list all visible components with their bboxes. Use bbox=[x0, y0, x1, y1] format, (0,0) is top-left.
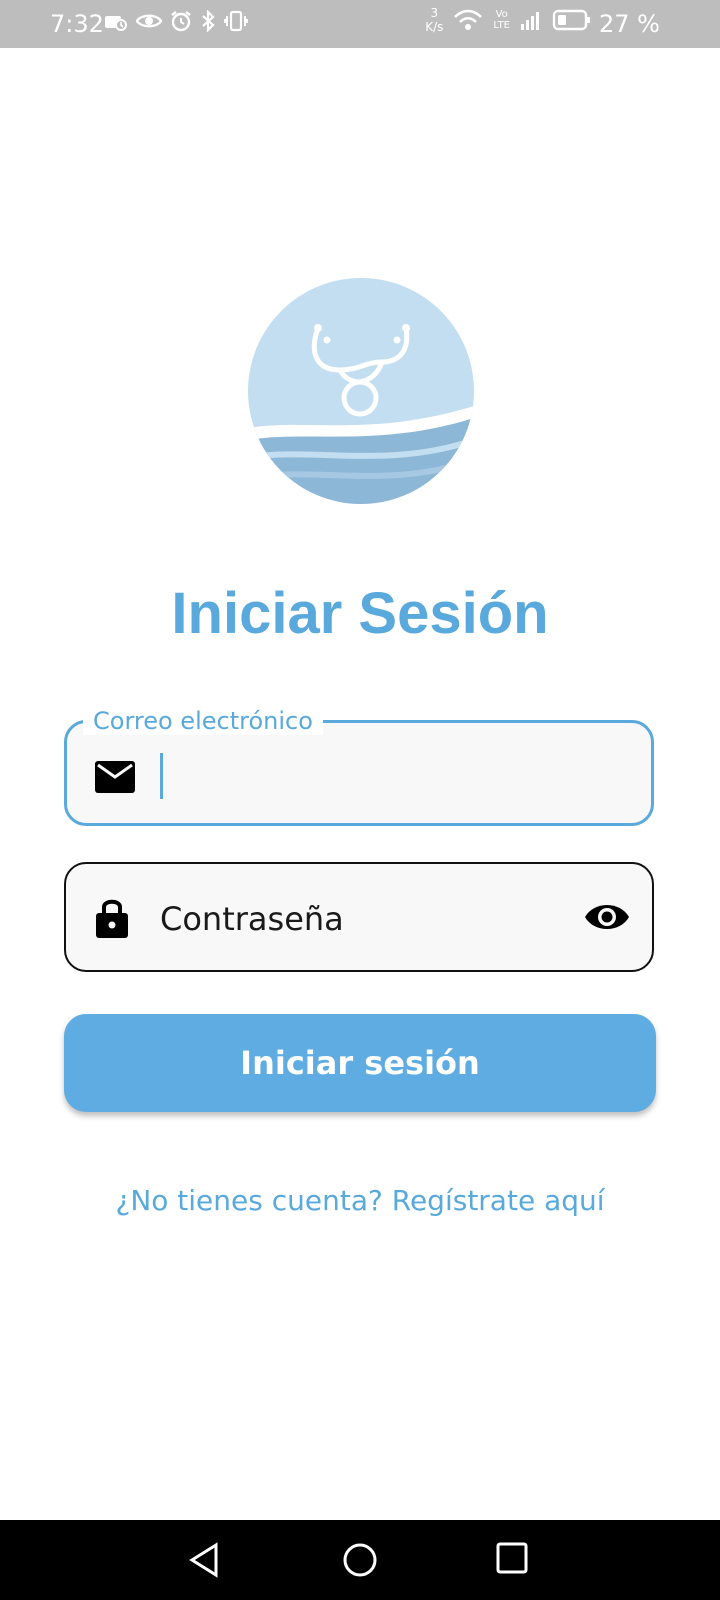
alarm-icon bbox=[171, 11, 191, 32]
email-field[interactable]: Correo electrónico bbox=[64, 707, 654, 826]
eye-icon bbox=[136, 14, 162, 28]
vibrate-icon bbox=[224, 10, 248, 32]
battery-percent: 27 % bbox=[599, 10, 660, 38]
volte-top: Vo bbox=[495, 9, 508, 20]
status-icons-right: 3 K/s Vo LTE bbox=[425, 6, 592, 34]
speed-unit: K/s bbox=[425, 20, 444, 34]
app-logo bbox=[248, 278, 474, 504]
email-icon bbox=[95, 761, 135, 793]
show-password-icon[interactable] bbox=[584, 902, 630, 932]
register-link[interactable]: ¿No tienes cuenta? Regístrate aquí bbox=[0, 1184, 720, 1217]
password-placeholder: Contraseña bbox=[160, 900, 344, 938]
text-cursor bbox=[160, 753, 163, 799]
status-icons-left bbox=[104, 10, 248, 32]
home-icon[interactable] bbox=[342, 1542, 378, 1578]
network-speed: 3 K/s bbox=[425, 6, 443, 34]
login-button[interactable]: Iniciar sesión bbox=[64, 1014, 656, 1112]
password-field[interactable]: Contraseña bbox=[64, 862, 654, 972]
status-bar: 7:32 3 K/s Vo LTE 27 % bbox=[0, 0, 720, 48]
email-label: Correo electrónico bbox=[83, 707, 323, 735]
navigation-bar bbox=[0, 1520, 720, 1600]
status-time: 7:32 bbox=[50, 10, 104, 38]
lock-icon bbox=[96, 899, 128, 938]
page-title: Iniciar Sesión bbox=[171, 581, 549, 646]
back-icon[interactable] bbox=[188, 1542, 220, 1578]
speed-value: 3 bbox=[430, 6, 439, 20]
battery-icon bbox=[552, 9, 590, 31]
bluetooth-icon bbox=[202, 10, 215, 32]
volte-bottom: LTE bbox=[493, 20, 510, 31]
wifi-icon bbox=[454, 9, 483, 30]
volte-indicator: Vo LTE bbox=[493, 9, 510, 31]
recents-icon[interactable] bbox=[496, 1542, 528, 1574]
signal-icon bbox=[521, 12, 539, 30]
cast-icon bbox=[105, 16, 127, 31]
